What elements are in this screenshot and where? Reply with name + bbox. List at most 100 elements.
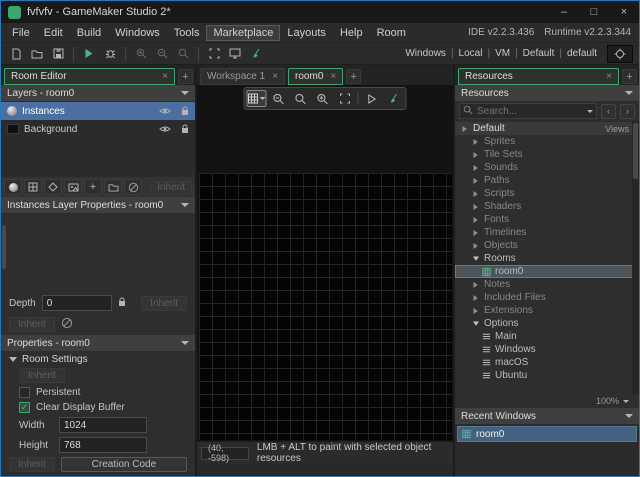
room-inherit-button[interactable]: Inherit	[9, 457, 55, 472]
layer-row-background[interactable]: Background	[1, 120, 195, 138]
tree-item-shaders[interactable]: Shaders	[455, 200, 639, 213]
inherit-button[interactable]: Inherit	[9, 317, 55, 332]
room-grid[interactable]	[199, 173, 452, 440]
expand-icon[interactable]	[471, 294, 480, 302]
zoom-out-icon[interactable]	[153, 45, 171, 62]
target-default[interactable]: Default	[523, 48, 555, 59]
target-windows[interactable]: Windows	[405, 48, 446, 59]
new-tab-button[interactable]: +	[622, 69, 637, 84]
target-local[interactable]: Local	[459, 48, 483, 59]
open-project-icon[interactable]	[28, 45, 46, 62]
creation-code-button[interactable]: Creation Code	[61, 457, 187, 472]
layer-row-instances[interactable]: Instances	[1, 102, 195, 120]
expand-icon[interactable]	[471, 281, 480, 289]
expand-icon[interactable]	[471, 164, 480, 172]
width-input[interactable]	[59, 417, 147, 433]
zoom-in-icon[interactable]	[132, 45, 150, 62]
persistent-checkbox[interactable]	[19, 387, 30, 398]
new-project-icon[interactable]	[7, 45, 25, 62]
tab-room-editor[interactable]: Room Editor ×	[4, 68, 175, 85]
clear-display-buffer-checkbox[interactable]: ✓	[19, 402, 30, 413]
caret-down-icon[interactable]	[587, 110, 593, 113]
new-tile-layer-button[interactable]	[24, 179, 42, 195]
menu-room[interactable]: Room	[370, 25, 413, 41]
scrollbar-thumb[interactable]	[633, 123, 638, 179]
menu-windows[interactable]: Windows	[108, 25, 167, 41]
device-manager-icon[interactable]	[226, 45, 244, 62]
tab-room0[interactable]: room0 ×	[288, 68, 343, 85]
tree-item-options[interactable]: Options	[455, 317, 639, 330]
tree-item-default[interactable]: DefaultViews	[455, 122, 639, 135]
new-background-layer-button[interactable]	[64, 179, 82, 195]
run-room-button[interactable]	[362, 90, 382, 107]
search-input[interactable]	[477, 106, 583, 117]
nav-back-button[interactable]: ‹	[601, 104, 616, 119]
layer-inherit-button[interactable]: Inherit	[150, 181, 192, 194]
tree-item-macos[interactable]: macOS	[455, 356, 639, 369]
menu-edit[interactable]: Edit	[37, 25, 70, 41]
expand-icon[interactable]	[471, 307, 480, 315]
tree-item-extensions[interactable]: Extensions	[455, 304, 639, 317]
settings-inherit-button[interactable]: Inherit	[19, 368, 65, 383]
new-tab-button[interactable]: +	[346, 69, 361, 84]
properties-header[interactable]: Properties - room0	[1, 335, 195, 351]
new-instance-layer-button[interactable]	[4, 179, 22, 195]
depth-inherit-button[interactable]: Inherit	[141, 296, 187, 311]
tree-item-scripts[interactable]: Scripts	[455, 187, 639, 200]
zoom-out-button[interactable]	[269, 90, 289, 107]
clean-broom-button[interactable]	[384, 90, 404, 107]
new-tab-button[interactable]: +	[178, 69, 193, 84]
minimize-button[interactable]: –	[549, 1, 579, 23]
tree-item-sprites[interactable]: Sprites	[455, 135, 639, 148]
tree-item-timelines[interactable]: Timelines	[455, 226, 639, 239]
lock-icon[interactable]	[177, 104, 192, 118]
close-tab-icon[interactable]: ×	[330, 71, 336, 82]
clean-broom-icon[interactable]	[247, 45, 265, 62]
tree-item-ubuntu[interactable]: Ubuntu	[455, 369, 639, 382]
collapse-icon[interactable]	[471, 320, 480, 327]
title-bar[interactable]: fvfvfv - GameMaker Studio 2* – □ ×	[1, 1, 639, 23]
resources-header[interactable]: Resources	[455, 85, 639, 101]
menu-build[interactable]: Build	[70, 25, 108, 41]
tab-workspace-1[interactable]: Workspace 1 ×	[200, 68, 285, 85]
expand-icon[interactable]	[471, 216, 480, 224]
lock-icon[interactable]	[118, 297, 126, 310]
fit-frame-icon[interactable]	[205, 45, 223, 62]
caret-down-icon[interactable]	[623, 400, 629, 403]
visibility-eye-icon[interactable]	[157, 104, 172, 118]
visibility-eye-icon[interactable]	[157, 122, 172, 136]
close-tab-icon[interactable]: ×	[162, 71, 168, 82]
tree-item-tile-sets[interactable]: Tile Sets	[455, 148, 639, 161]
expand-icon[interactable]	[471, 242, 480, 250]
menu-help[interactable]: Help	[333, 25, 370, 41]
lock-icon[interactable]	[177, 122, 192, 136]
tree-item-room0[interactable]: room0	[455, 265, 639, 278]
expand-icon[interactable]	[460, 125, 469, 133]
target-vm[interactable]: VM	[495, 48, 510, 59]
debug-icon[interactable]	[101, 45, 119, 62]
expand-icon[interactable]	[471, 151, 480, 159]
menu-marketplace[interactable]: Marketplace	[206, 25, 280, 41]
tree-item-notes[interactable]: Notes	[455, 278, 639, 291]
layer-folder-button[interactable]	[104, 179, 122, 195]
run-icon[interactable]	[80, 45, 98, 62]
target-manager-button[interactable]	[607, 45, 633, 63]
new-asset-layer-button[interactable]	[44, 179, 62, 195]
zoom-reset-button[interactable]	[291, 90, 311, 107]
fit-window-button[interactable]	[335, 90, 355, 107]
height-input[interactable]	[59, 437, 147, 453]
tree-item-paths[interactable]: Paths	[455, 174, 639, 187]
save-project-icon[interactable]	[49, 45, 67, 62]
collapse-icon[interactable]	[471, 255, 480, 262]
expand-icon[interactable]	[471, 190, 480, 198]
tree-item-main[interactable]: Main	[455, 330, 639, 343]
tree-item-windows[interactable]: Windows	[455, 343, 639, 356]
tree-scrollbar[interactable]	[632, 121, 639, 394]
tree-item-fonts[interactable]: Fonts	[455, 213, 639, 226]
circle-slash-icon[interactable]	[61, 317, 73, 332]
room-settings-row[interactable]: Room Settings	[1, 351, 195, 366]
room-canvas[interactable]	[197, 85, 453, 441]
tree-item-sounds[interactable]: Sounds	[455, 161, 639, 174]
grid-settings-button[interactable]	[247, 90, 267, 107]
layers-header[interactable]: Layers - room0	[1, 85, 195, 101]
